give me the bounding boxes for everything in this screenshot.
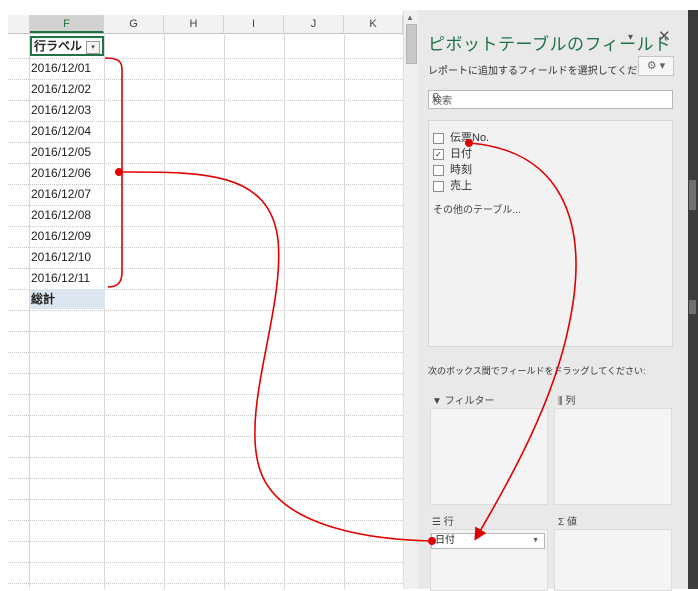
columns-drop-area[interactable] bbox=[554, 408, 672, 505]
field-checkbox-unchecked[interactable] bbox=[433, 180, 444, 192]
row-gridline bbox=[8, 352, 403, 353]
field-checkbox-checked[interactable]: ✓ bbox=[433, 148, 444, 160]
spreadsheet-grid[interactable]: F G H I J K 行ラベル ▾ 2016/12/01 2016/12/02… bbox=[8, 10, 403, 589]
row-label-header-text: 行ラベル bbox=[34, 39, 83, 53]
settings-gear-button[interactable]: ⚙ ▾ bbox=[638, 56, 674, 76]
column-header-f[interactable]: F bbox=[30, 15, 104, 33]
filter-area-label: ▼ フィルター bbox=[432, 396, 495, 407]
columns-area-label: ⫼ 列 bbox=[558, 396, 576, 407]
row-gridline bbox=[8, 499, 403, 500]
column-header-k[interactable]: K bbox=[344, 15, 403, 33]
date-cell[interactable]: 2016/12/11 bbox=[30, 268, 105, 288]
field-label: 売上 bbox=[450, 180, 472, 192]
field-list: 伝票No. ✓ 日付 時刻 売上 その他のテーブル... bbox=[428, 120, 673, 347]
field-label: 日付 bbox=[450, 148, 472, 160]
row-gridline bbox=[8, 541, 403, 542]
rows-area-field-date[interactable]: 日付 ▼ bbox=[431, 533, 545, 549]
drag-instruction: 次のボックス間でフィールドをドラッグしてください: bbox=[428, 366, 646, 376]
date-cell[interactable]: 2016/12/08 bbox=[30, 205, 105, 225]
field-checkbox-unchecked[interactable] bbox=[433, 164, 444, 176]
column-header-j[interactable]: J bbox=[284, 15, 344, 33]
field-item-time[interactable]: 時刻 bbox=[433, 163, 472, 178]
row-gridline bbox=[8, 562, 403, 563]
sigma-icon: Σ bbox=[558, 517, 565, 528]
scroll-up-arrow-icon[interactable]: ▲ bbox=[406, 13, 414, 22]
filter-dropdown-button[interactable]: ▾ bbox=[86, 41, 100, 54]
row-gridline bbox=[8, 457, 403, 458]
field-label: 伝票No. bbox=[450, 132, 490, 144]
date-cell[interactable]: 2016/12/10 bbox=[30, 247, 105, 267]
search-icon[interactable]: ⚲ bbox=[432, 92, 670, 103]
date-cell[interactable]: 2016/12/05 bbox=[30, 142, 105, 162]
row-gridline bbox=[8, 520, 403, 521]
vertical-scrollbar[interactable]: ▲ bbox=[403, 10, 418, 589]
row-gridline bbox=[8, 310, 403, 311]
date-cell[interactable]: 2016/12/04 bbox=[30, 121, 105, 141]
chevron-down-icon[interactable]: ▼ bbox=[532, 534, 539, 548]
scrollbar-thumb[interactable] bbox=[406, 24, 417, 64]
date-cell[interactable]: 2016/12/06 bbox=[30, 163, 105, 183]
values-drop-area[interactable] bbox=[554, 529, 672, 591]
date-cell[interactable]: 2016/12/01 bbox=[30, 58, 105, 78]
field-checkbox-unchecked[interactable] bbox=[433, 132, 444, 144]
rows-field-label: 日付 bbox=[435, 535, 455, 546]
date-cell[interactable]: 2016/12/03 bbox=[30, 100, 105, 120]
pane-subtitle: レポートに追加するフィールドを選択してください: bbox=[428, 66, 660, 77]
row-gridline bbox=[8, 373, 403, 374]
row-gridline bbox=[8, 436, 403, 437]
date-cell[interactable]: 2016/12/09 bbox=[30, 226, 105, 246]
field-item-date[interactable]: ✓ 日付 bbox=[433, 147, 472, 162]
select-all-corner[interactable] bbox=[8, 15, 30, 33]
window-edge-scrollbar bbox=[688, 10, 698, 589]
date-cell[interactable]: 2016/12/07 bbox=[30, 184, 105, 204]
row-gridline bbox=[8, 415, 403, 416]
column-header-h[interactable]: H bbox=[164, 15, 224, 33]
column-header-g[interactable]: G bbox=[104, 15, 164, 33]
rows-icon: ☰ bbox=[432, 517, 441, 528]
filter-drop-area[interactable] bbox=[430, 408, 548, 505]
row-gridline bbox=[8, 394, 403, 395]
date-cell[interactable]: 2016/12/02 bbox=[30, 79, 105, 99]
row-gridline bbox=[8, 583, 403, 584]
close-pane-button[interactable]: ✕ bbox=[658, 27, 671, 45]
row-gridline bbox=[8, 331, 403, 332]
rows-area-label: ☰ 行 bbox=[432, 517, 454, 528]
column-header-i[interactable]: I bbox=[224, 15, 284, 33]
pane-options-dropdown-icon[interactable]: ▾ bbox=[628, 32, 633, 43]
field-item-sales[interactable]: 売上 bbox=[433, 179, 472, 194]
field-label: 時刻 bbox=[450, 164, 472, 176]
pivot-field-pane: ピボットテーブルのフィールド ▾ ✕ レポートに追加するフィールドを選択してくだ… bbox=[418, 10, 688, 591]
values-area-label: Σ 値 bbox=[558, 517, 577, 528]
column-header-bar: F G H I J K bbox=[8, 15, 403, 34]
field-item-denpyo-no[interactable]: 伝票No. bbox=[433, 131, 489, 146]
row-gridline bbox=[8, 478, 403, 479]
pane-title: ピボットテーブルのフィールド bbox=[428, 35, 672, 54]
columns-icon: ⫼ bbox=[558, 396, 563, 407]
row-label-header-cell[interactable]: 行ラベル ▾ bbox=[30, 36, 104, 56]
other-tables-link[interactable]: その他のテーブル... bbox=[433, 201, 521, 216]
grand-total-cell[interactable]: 総計 bbox=[30, 289, 105, 309]
field-search-input[interactable]: 検索 ⚲ bbox=[428, 90, 673, 109]
filter-icon: ▼ bbox=[432, 396, 442, 407]
